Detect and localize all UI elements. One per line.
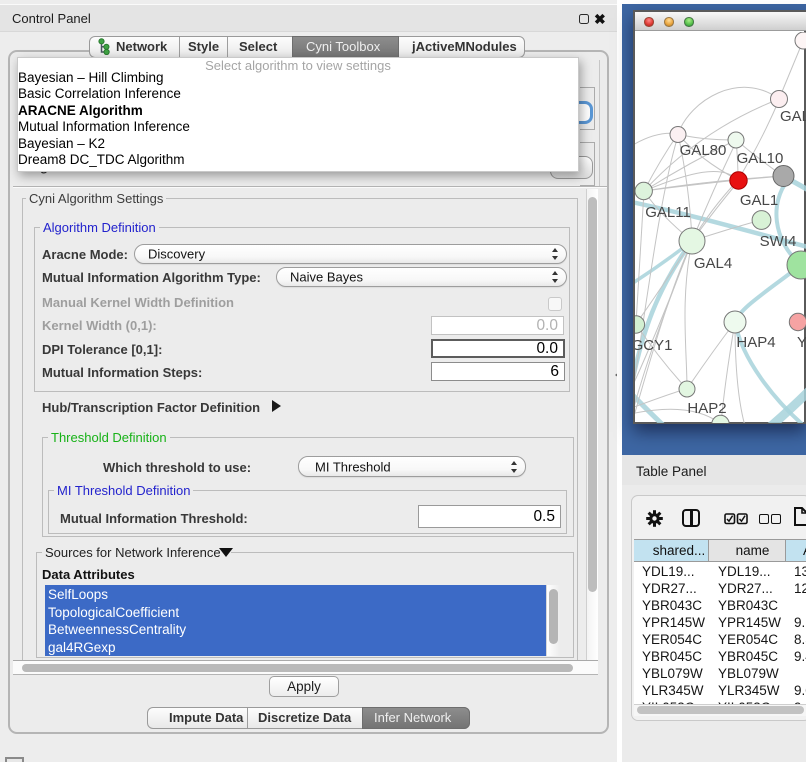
svg-text:GAL11: GAL11 xyxy=(645,204,691,221)
svg-text:GAL10: GAL10 xyxy=(737,150,784,167)
svg-text:HAP2: HAP2 xyxy=(687,400,726,417)
svg-text:GAL4: GAL4 xyxy=(694,255,732,272)
svg-text:GCY1: GCY1 xyxy=(635,337,672,354)
svg-text:HAP4: HAP4 xyxy=(736,334,775,351)
svg-text:GAL80: GAL80 xyxy=(680,142,727,159)
svg-text:Y: Y xyxy=(797,334,806,351)
svg-text:SWI4: SWI4 xyxy=(760,233,797,250)
svg-text:GAL1: GAL1 xyxy=(740,192,778,209)
svg-text:GAL7: GAL7 xyxy=(780,108,806,125)
